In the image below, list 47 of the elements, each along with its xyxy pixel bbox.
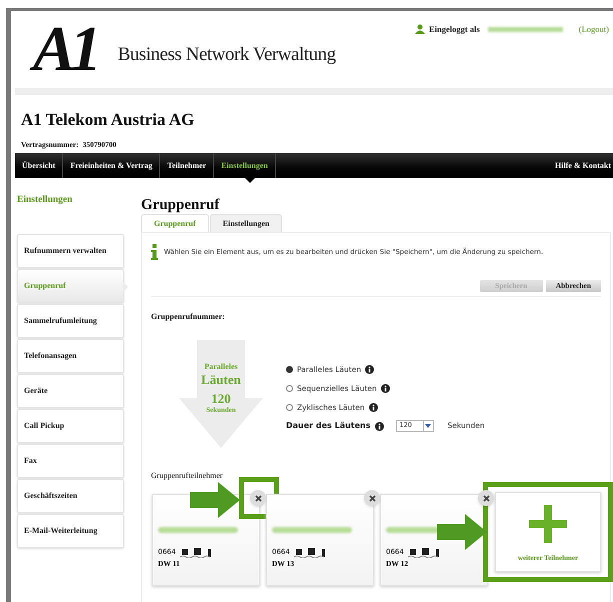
pointer-arrow-icon (190, 482, 240, 518)
redaction-mark-icon (180, 548, 214, 558)
pointer-icon (123, 282, 128, 292)
info-icon (365, 365, 374, 374)
sidebar-item[interactable]: Fax (17, 444, 124, 478)
close-icon (254, 494, 262, 502)
number-label: Gruppenrufnummer: (151, 311, 226, 323)
info-icon (151, 244, 158, 260)
close-icon (368, 494, 376, 502)
page-title: Gruppenruf (141, 196, 220, 214)
user-icon (415, 24, 425, 34)
sidebar-item[interactable]: Geräte (17, 374, 124, 408)
sidebar-item[interactable]: Geschäftszeiten (17, 479, 124, 513)
remove-button[interactable] (478, 490, 494, 506)
app-title: Business Network Verwaltung (118, 43, 336, 67)
info-icon (368, 403, 378, 412)
plus-icon (529, 504, 567, 542)
info-icon (374, 422, 384, 430)
sidebar-item[interactable]: Sammelrufumleitung (17, 304, 124, 338)
dropdown-icon (422, 421, 432, 431)
radio-button[interactable] (286, 366, 293, 373)
redaction-mark-icon (294, 548, 328, 558)
nav-tab[interactable]: Teilnehmer (160, 153, 214, 178)
notch-icon (245, 178, 256, 183)
nav-tab[interactable]: Freieinheiten & Vertrag (63, 153, 160, 178)
remove-button[interactable] (364, 490, 380, 506)
nav-tab[interactable]: Übersicht (15, 153, 64, 178)
sidebar-title: Einstellungen (17, 194, 74, 207)
sidebar-item[interactable]: Rufnummern verwalten (17, 234, 124, 268)
login-label: Eingeloggt als (429, 23, 480, 36)
info-icon (380, 384, 390, 393)
sidebar-item[interactable]: Call Pickup (17, 409, 124, 443)
radio-button[interactable] (286, 404, 293, 411)
sidebar-item[interactable]: E-Mail-Weiterleitung (17, 514, 124, 548)
help-link[interactable]: Hilfe & Kontakt (555, 160, 613, 172)
duration-label: Dauer des Läutens (286, 420, 370, 432)
members-label: Gruppenrufteilnehmer (151, 470, 224, 482)
close-icon (482, 494, 490, 502)
remove-button[interactable] (250, 490, 266, 506)
tab[interactable]: Einstellungen (210, 214, 282, 232)
nav-tab[interactable]: Einstellungen (214, 153, 276, 178)
company-name: A1 Telekom Austria AG (21, 109, 196, 131)
sidebar-item[interactable]: Telefonansagen (17, 339, 124, 373)
logout-link[interactable]: (Logout) (578, 23, 609, 36)
redaction-mark-icon (408, 548, 442, 558)
pointer-arrow-icon (437, 514, 487, 550)
radio-button[interactable] (286, 385, 293, 392)
